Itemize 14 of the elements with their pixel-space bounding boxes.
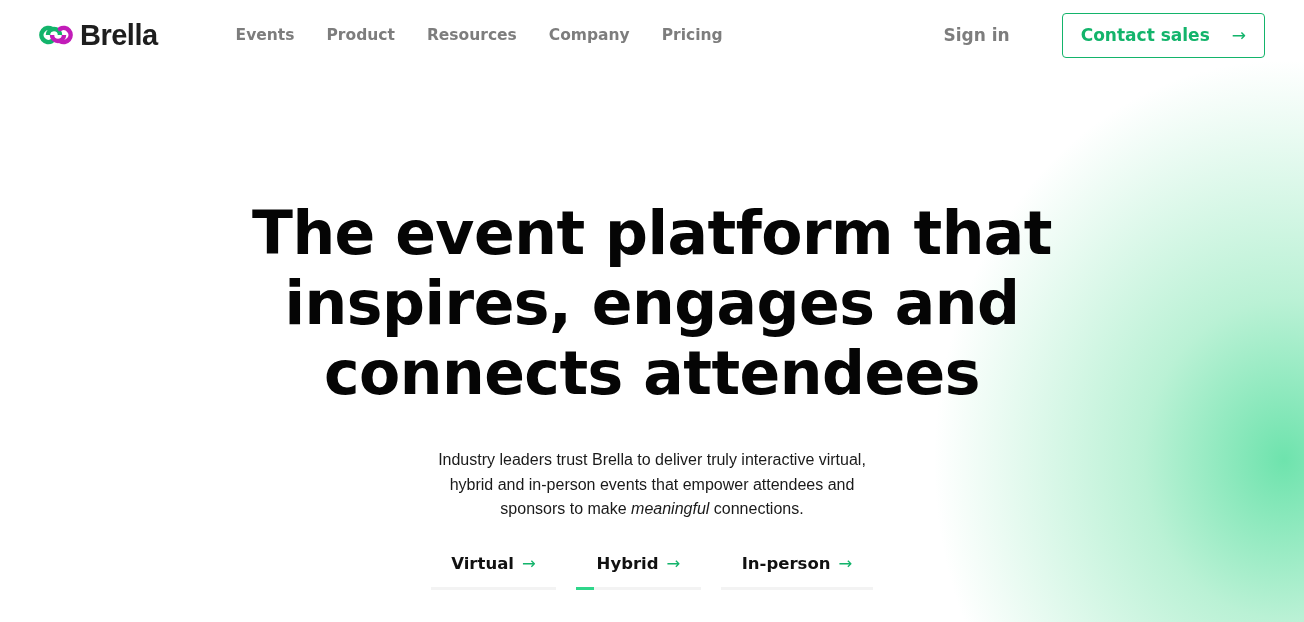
brand-name: Brella [80, 18, 158, 52]
logo-icon [38, 23, 74, 47]
nav-link[interactable]: Events [235, 26, 295, 44]
contact-sales-button[interactable]: Contact sales → [1061, 12, 1265, 58]
headline: The event platform that inspires, engages and connects attendees [251, 198, 1053, 408]
nav-link[interactable]: Resources [426, 26, 517, 44]
nav-link[interactable]: Company [548, 26, 630, 44]
event-type-tab[interactable]: Hybrid → [596, 545, 681, 587]
nav-link[interactable]: Product [326, 26, 395, 44]
description: Industry leaders trust Brella to deliver truly interactive virtual, hybrid and in-person events that empower attendees and sponsors to make meaningful connections. [437, 450, 867, 519]
sign-in-link[interactable]: Sign in [943, 25, 1010, 45]
event-type-tab[interactable]: Virtual → [451, 545, 536, 587]
event-type-tab[interactable]: In-person → [741, 545, 853, 587]
nav-link[interactable]: Pricing [661, 26, 723, 44]
